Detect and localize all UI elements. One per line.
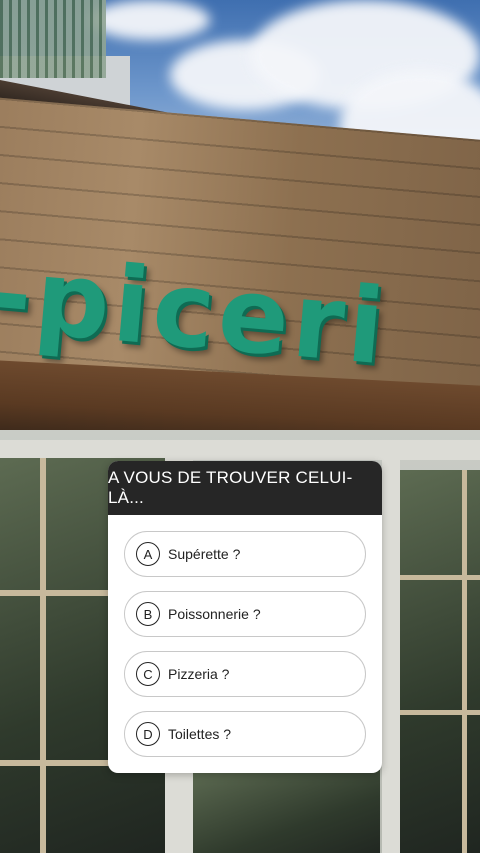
window-glass	[190, 770, 380, 853]
option-label: Poissonnerie ?	[168, 606, 261, 622]
option-label: Pizzeria ?	[168, 666, 230, 682]
window-mullion	[398, 575, 480, 580]
window-glass	[398, 470, 480, 853]
option-letter-badge: B	[136, 602, 160, 626]
option-letter-badge: C	[136, 662, 160, 686]
window-frame	[0, 440, 480, 460]
quiz-header: A VOUS DE TROUVER CELUI-LÀ...	[108, 461, 382, 515]
quiz-option-a[interactable]: A Supérette ?	[124, 531, 366, 577]
option-label: Toilettes ?	[168, 726, 232, 742]
quiz-sticker: A VOUS DE TROUVER CELUI-LÀ... A Supérett…	[108, 461, 382, 773]
window-mullion	[40, 458, 46, 853]
balcony-railing	[0, 0, 106, 78]
option-label: Supérette ?	[168, 546, 241, 562]
quiz-title: A VOUS DE TROUVER CELUI-LÀ...	[108, 468, 353, 507]
cloud	[90, 0, 210, 40]
window-frame	[382, 450, 400, 853]
quiz-options: A Supérette ? B Poissonnerie ? C Pizzeri…	[108, 515, 382, 757]
quiz-option-b[interactable]: B Poissonnerie ?	[124, 591, 366, 637]
quiz-option-c[interactable]: C Pizzeria ?	[124, 651, 366, 697]
quiz-option-d[interactable]: D Toilettes ?	[124, 711, 366, 757]
window-mullion	[462, 470, 467, 853]
window-mullion	[398, 710, 480, 715]
option-letter-badge: D	[136, 722, 160, 746]
option-letter-badge: A	[136, 542, 160, 566]
